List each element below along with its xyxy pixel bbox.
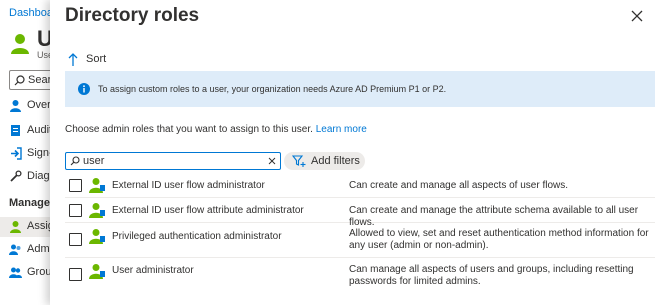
panel-title: Directory roles <box>65 5 200 26</box>
sign-in-icon <box>11 147 22 160</box>
add-filters-label: Add filters <box>311 155 360 167</box>
info-banner: To assign custom roles to a user, your o… <box>65 71 655 107</box>
role-search-input[interactable] <box>83 154 258 168</box>
role-user-icon <box>89 264 105 279</box>
instruction-text: Choose admin roles that you want to assi… <box>65 124 367 135</box>
filter-add-icon <box>292 155 306 167</box>
wrench-icon <box>10 170 22 182</box>
user-icon <box>11 34 29 54</box>
role-name: User administrator <box>112 265 194 276</box>
groups-icon <box>9 267 22 278</box>
role-user-icon <box>89 203 105 218</box>
role-row[interactable]: User administrator Can manage all aspect… <box>65 258 655 293</box>
clear-icon[interactable] <box>267 156 277 166</box>
sort-label: Sort <box>86 53 107 65</box>
search-icon <box>14 75 25 86</box>
admin-units-icon <box>9 244 21 255</box>
arrow-up-icon <box>68 52 78 66</box>
add-filters-button[interactable]: Add filters <box>284 152 365 170</box>
role-name: Privileged authentication administrator <box>112 231 282 242</box>
role-name: External ID user flow attribute administ… <box>112 205 304 216</box>
learn-more-link[interactable]: Learn more <box>316 124 367 135</box>
role-search-box[interactable] <box>65 152 281 170</box>
role-name: External ID user flow administrator <box>112 180 265 191</box>
directory-roles-panel: Directory roles Sort To assign custom ro… <box>50 0 661 305</box>
sort-button[interactable]: Sort <box>68 50 106 68</box>
instruction-label: Choose admin roles that you want to assi… <box>65 124 313 135</box>
role-checkbox[interactable] <box>69 233 82 246</box>
role-row[interactable]: External ID user flow attribute administ… <box>65 198 655 228</box>
role-description: Can create and manage all aspects of use… <box>349 180 569 191</box>
role-checkbox[interactable] <box>69 204 82 217</box>
close-icon[interactable] <box>630 9 644 23</box>
role-checkbox[interactable] <box>69 268 82 281</box>
search-icon <box>70 156 80 166</box>
person-icon <box>10 100 21 112</box>
audit-log-icon <box>11 125 20 136</box>
info-icon <box>78 83 90 95</box>
role-checkbox[interactable] <box>69 179 82 192</box>
role-description: Allowed to view, set and reset authentic… <box>349 228 649 251</box>
role-user-icon <box>89 229 105 244</box>
role-row[interactable]: External ID user flow administrator Can … <box>65 174 655 198</box>
section-heading-manage: Manage <box>9 197 50 209</box>
person-icon <box>10 221 21 233</box>
info-banner-text: To assign custom roles to a user, your o… <box>98 84 447 94</box>
role-row[interactable]: Privileged authentication administrator … <box>65 223 655 258</box>
role-user-icon <box>89 178 105 193</box>
role-description: Can manage all aspects of users and grou… <box>349 264 634 287</box>
